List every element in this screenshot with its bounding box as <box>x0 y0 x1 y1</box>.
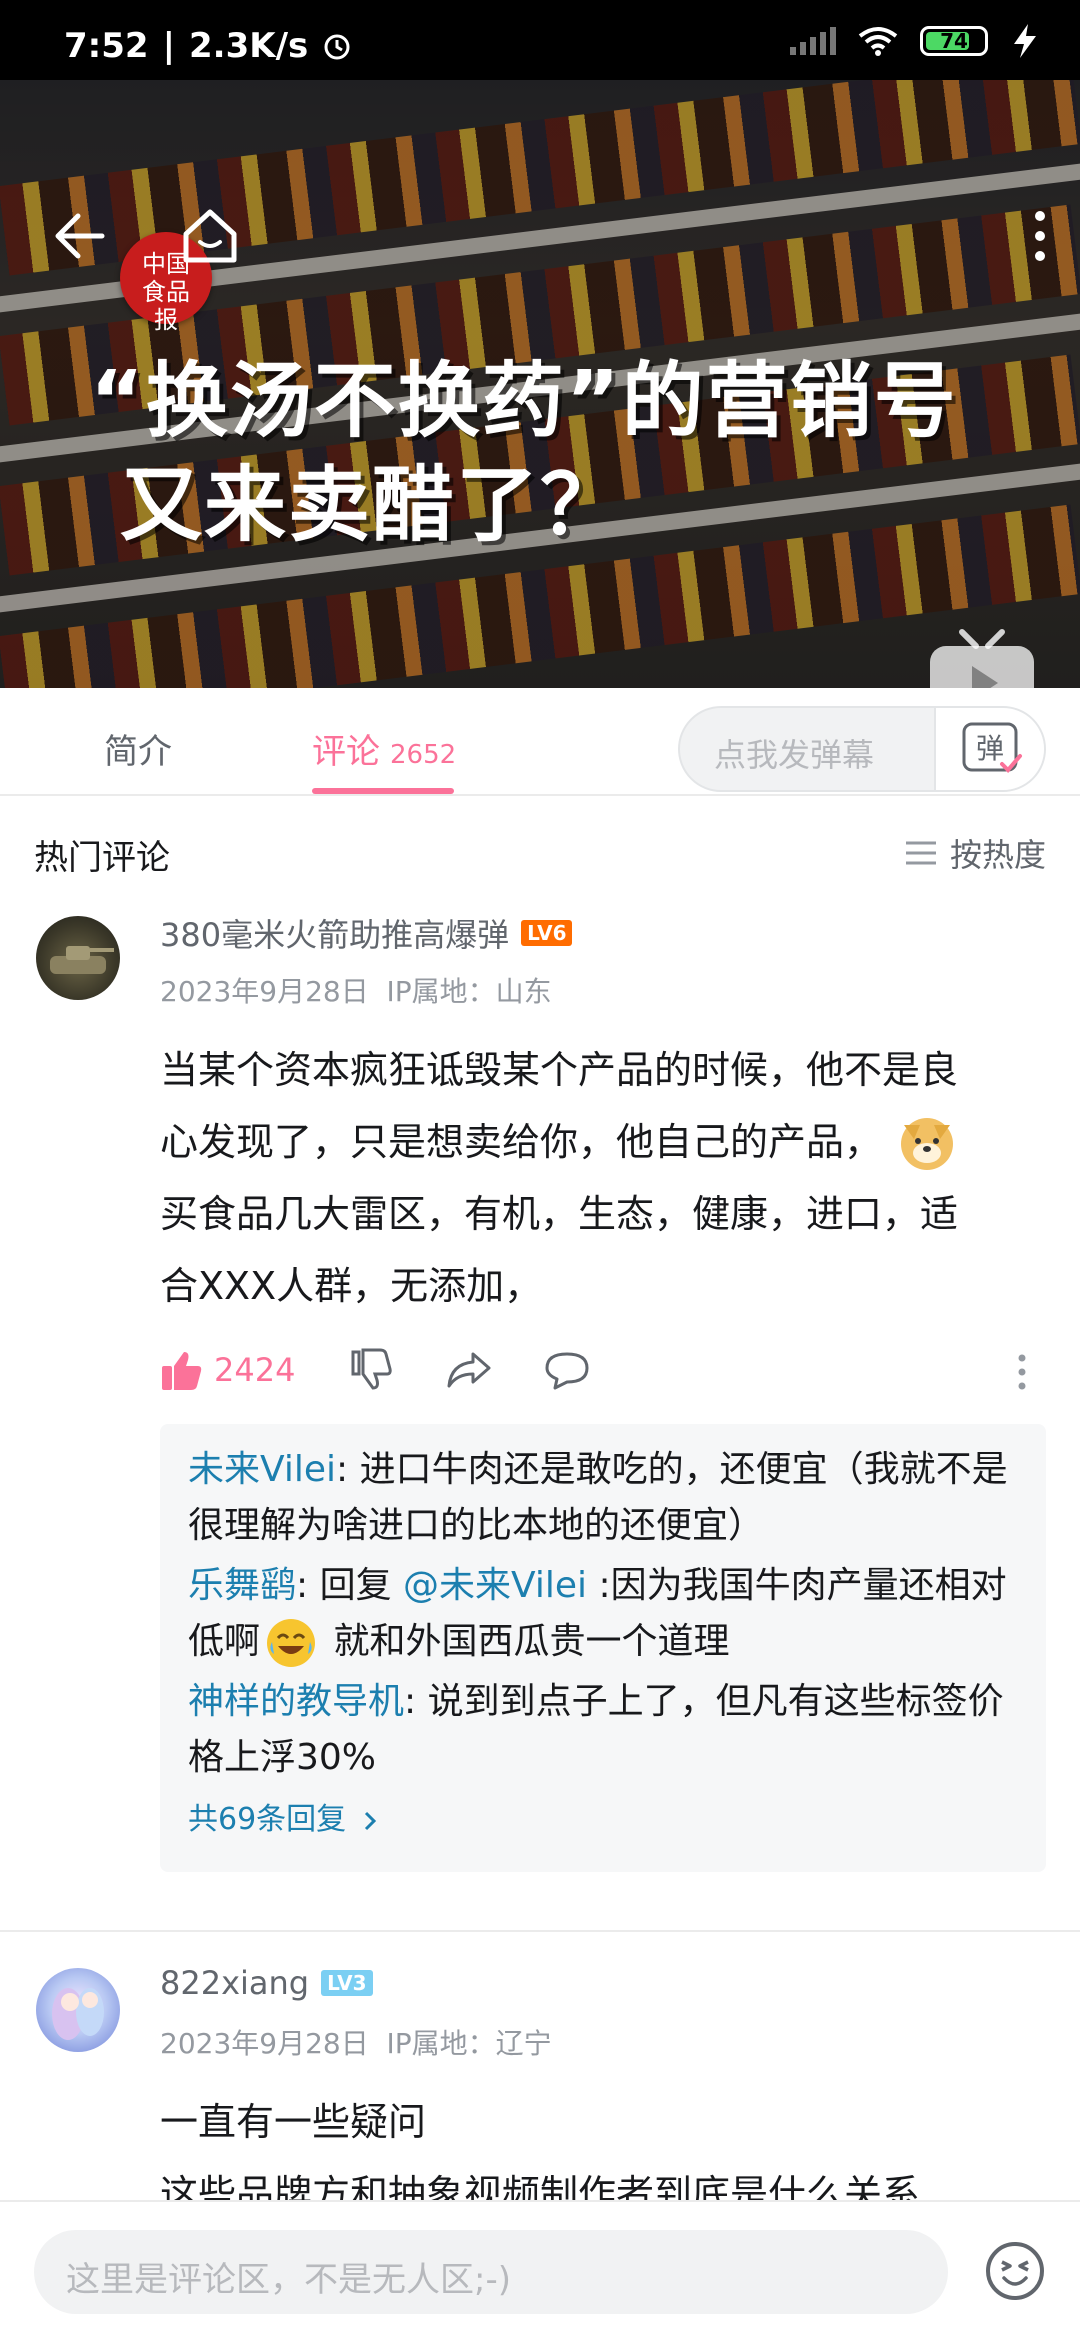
network-speed: 2.3K/s <box>189 26 309 66</box>
thumbs-down-icon[interactable] <box>349 1348 393 1392</box>
tab-comments-label: 评论 <box>312 732 380 772</box>
reply-username[interactable]: 乐舞鹞 <box>188 1565 296 1606</box>
reply-item: 未来Vilei: 进口牛肉还是敢吃的，还便宜（我就不是很理解为啥进口的比本地的还… <box>188 1449 1008 1546</box>
comment-divider <box>0 1930 1080 1932</box>
wifi-icon <box>858 27 898 56</box>
comment-ip: IP属地：辽宁 <box>386 2027 552 2060</box>
comment-count: 2652 <box>390 740 457 770</box>
status-right: 74 <box>790 24 1040 58</box>
bottom-comment-bar: 这里是评论区，不是无人区;-) <box>0 2200 1080 2340</box>
danmu-input[interactable]: 点我发弹幕 弹 <box>678 706 1046 792</box>
avatar[interactable] <box>36 1968 120 2052</box>
comment-username[interactable]: 380毫米火箭助推高爆弹 LV6 <box>160 910 573 956</box>
battery-icon: 74 <box>920 26 988 56</box>
like-count: 2424 <box>214 1351 296 1389</box>
charging-icon <box>1014 24 1036 58</box>
home-icon[interactable] <box>178 204 242 268</box>
danmu-button-label: 弹 <box>976 732 1004 765</box>
share-icon[interactable] <box>445 1350 491 1390</box>
like-button[interactable]: 2424 <box>160 1348 295 1392</box>
comment-meta: 2023年9月28日 IP属地：辽宁 <box>160 2022 552 2062</box>
comment-date: 2023年9月28日 <box>160 2027 369 2060</box>
hot-comments-title: 热门评论 <box>34 838 170 878</box>
danmu-toggle-button[interactable]: 弹 <box>934 708 1044 790</box>
tab-intro[interactable]: 简介 <box>104 724 172 773</box>
chevron-right-icon <box>364 1811 376 1830</box>
danmu-icon: 弹 <box>962 722 1022 773</box>
video-player[interactable]: “换汤不换药”的营销号 又来卖醋了？ 中国食品报 <box>0 80 1080 688</box>
active-tab-indicator <box>312 788 454 794</box>
reply-bubble-icon[interactable] <box>545 1350 589 1390</box>
sort-lines-icon <box>905 841 936 865</box>
reply-username[interactable]: 未来Vilei <box>188 1449 336 1490</box>
laugh-cry-emoji-icon <box>267 1619 316 1667</box>
tab-bar: 简介 评论 2652 点我发弹幕 弹 <box>0 688 1080 796</box>
play-tv-icon[interactable] <box>926 628 1038 688</box>
level-badge: LV6 <box>521 920 573 946</box>
comment-date: 2023年9月28日 <box>160 975 369 1008</box>
reply-preview-box[interactable]: 未来Vilei: 进口牛肉还是敢吃的，还便宜（我就不是很理解为啥进口的比本地的还… <box>160 1424 1046 1872</box>
signal-icon <box>790 27 836 55</box>
reply-item: 神样的教导机: 说到到点子上了，但凡有这些标签价格上浮30% <box>188 1681 1004 1778</box>
comment-input[interactable]: 这里是评论区，不是无人区;-) <box>34 2230 948 2314</box>
video-title: “换汤不换药”的营销号 又来卖醋了？ <box>90 354 958 553</box>
comment-text: 当某个资本疯狂诋毁某个产品的时候，他不是良 心发现了，只是想卖给你，他自己的产品… <box>160 1048 959 1308</box>
anime-avatar-icon <box>52 1988 104 2040</box>
danmu-placeholder: 点我发弹幕 <box>714 736 875 774</box>
thumbs-up-icon <box>162 1352 202 1390</box>
comment-input-placeholder: 这里是评论区，不是无人区;-) <box>66 2260 511 2300</box>
sort-label: 按热度 <box>949 836 1046 874</box>
reply-username[interactable]: 神样的教导机 <box>188 1681 404 1722</box>
avatar[interactable] <box>36 916 120 1000</box>
comment-more-icon[interactable] <box>1016 1352 1028 1392</box>
comment-username[interactable]: 822xiang LV3 <box>160 1964 373 2002</box>
status-left: 7:52 | 2.3K/s <box>64 26 352 66</box>
sort-button[interactable]: 按热度 <box>904 830 1046 876</box>
tank-avatar-icon <box>50 946 114 974</box>
reply-item: 乐舞鹞: 回复 @未来Vilei :因为我国牛肉产量还相对低啊 就和外国西瓜贵一… <box>188 1558 1018 1670</box>
comment-actions: 2424 <box>160 1348 589 1392</box>
status-bar: 7:52 | 2.3K/s 74 <box>0 0 1080 80</box>
more-options-icon[interactable] <box>1030 204 1050 268</box>
alarm-icon <box>324 34 350 60</box>
view-all-replies-link[interactable]: 共69条回复 <box>188 1792 1018 1848</box>
tab-comments[interactable]: 评论 2652 <box>312 724 456 773</box>
comment-ip: IP属地：山东 <box>386 975 552 1008</box>
mention-link[interactable]: @未来Vilei <box>403 1565 587 1606</box>
comment-meta: 2023年9月28日 IP属地：山东 <box>160 970 552 1010</box>
status-time: 7:52 <box>64 26 149 66</box>
level-badge: LV3 <box>321 1970 373 1996</box>
doge-emoji-icon <box>901 1118 954 1170</box>
back-arrow-icon[interactable] <box>48 206 108 266</box>
emoji-icon[interactable] <box>984 2240 1046 2302</box>
